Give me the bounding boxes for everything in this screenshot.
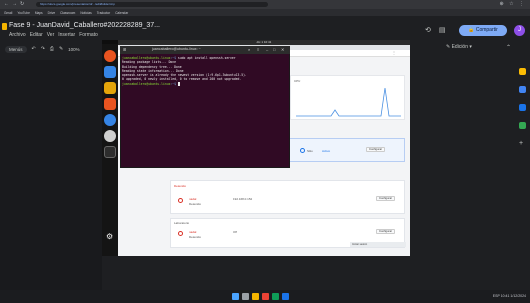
- reload-icon[interactable]: ↻: [20, 1, 24, 7]
- maps-icon[interactable]: [519, 122, 526, 129]
- header-actions: ⟲ ▤: [425, 26, 446, 34]
- menu-ver[interactable]: Ver: [47, 32, 55, 38]
- share-button[interactable]: 🔒 Compartir: [459, 25, 507, 36]
- address-bar[interactable]: https://docs.google.com/presentation/d/.…: [36, 2, 268, 7]
- configure-button[interactable]: Configurar: [376, 229, 396, 234]
- status-dot: [178, 198, 183, 203]
- configure-button[interactable]: Configurar: [376, 196, 396, 201]
- terminal-titlebar: [120, 46, 290, 54]
- menu-bar: Archivo Editar Ver Insertar Formato: [9, 32, 98, 38]
- undo-icon[interactable]: ↶: [32, 46, 36, 52]
- filmstrip-panel: [0, 60, 102, 290]
- show-apps-icon[interactable]: ⚙: [106, 232, 113, 241]
- search-taskbar-icon[interactable]: [242, 293, 249, 300]
- editing-mode-label: Edición: [451, 44, 468, 50]
- cursor: _: [177, 81, 180, 86]
- menu-archivo[interactable]: Archivo: [9, 32, 26, 38]
- configure-button[interactable]: Configurar: [366, 147, 386, 152]
- help-icon[interactable]: [104, 114, 116, 126]
- minimize-icon[interactable]: –: [266, 47, 268, 52]
- redo-icon[interactable]: ↷: [41, 46, 45, 52]
- add-addon-icon[interactable]: +: [519, 140, 523, 147]
- row-name[interactable]: nadal: [189, 230, 196, 234]
- close-icon[interactable]: ✕: [281, 47, 284, 52]
- bookmark[interactable]: Drive: [48, 11, 55, 15]
- keep-icon[interactable]: [519, 68, 526, 75]
- graph-line: [296, 87, 401, 117]
- prompt-user: juancaballero@ubuntu-linux: [122, 81, 171, 86]
- prompt-path: :~$: [170, 81, 178, 86]
- editing-mode-button[interactable]: ✎ Edición ▾: [446, 44, 472, 50]
- share-label: Compartir: [475, 27, 498, 33]
- new-tab-icon[interactable]: ⊞: [123, 47, 126, 52]
- system-tray[interactable]: ESP 10:41 1/12/2024: [493, 294, 526, 298]
- virtualbox-icon[interactable]: [272, 293, 279, 300]
- firefox-icon[interactable]: [104, 50, 116, 62]
- section-heading: Detenido: [174, 184, 187, 188]
- row-sub: Detenido: [189, 202, 202, 206]
- side-panel: [515, 60, 530, 290]
- row-name[interactable]: nadal: [189, 197, 196, 201]
- start-icon[interactable]: [232, 293, 239, 300]
- menu-icon[interactable]: ≡: [257, 47, 259, 52]
- row-status: Activo: [322, 149, 331, 153]
- chrome-icon[interactable]: [262, 293, 269, 300]
- terminal-line: juancaballero@ubuntu-linux:~$ _: [122, 81, 288, 86]
- paint-format-icon[interactable]: ✎: [59, 46, 63, 52]
- history-icon[interactable]: ⟲: [425, 26, 431, 34]
- browser-extensions-icons[interactable]: ⊕ ☆ ⋮: [500, 1, 526, 7]
- forward-icon[interactable]: →: [12, 1, 17, 7]
- bookmark[interactable]: Calendar: [115, 11, 128, 15]
- software-icon[interactable]: [104, 98, 116, 110]
- comments-icon[interactable]: ▤: [439, 26, 446, 34]
- status-dot: [178, 231, 183, 236]
- zoom-select[interactable]: 100%: [68, 47, 80, 52]
- files-icon[interactable]: [104, 82, 116, 94]
- terminal-icon[interactable]: [104, 146, 116, 158]
- row-ip: Off: [233, 230, 237, 234]
- menu-insertar[interactable]: Insertar: [58, 32, 75, 38]
- bookmark[interactable]: Traductor: [97, 11, 111, 15]
- search-icon[interactable]: ⌕: [248, 47, 250, 52]
- collapse-icon[interactable]: ⌃: [506, 44, 511, 51]
- back-icon[interactable]: ←: [4, 1, 9, 7]
- status-dot: [300, 148, 305, 153]
- bookmark[interactable]: YouTube: [17, 11, 30, 15]
- bookmarks-bar: Gmail YouTube Maps Drive Classroom Notic…: [0, 9, 530, 16]
- command: sudo apt install openssh-server: [177, 56, 236, 60]
- vm-footer: Iniciar sesión: [350, 242, 406, 247]
- print-icon[interactable]: ⎙: [50, 46, 54, 52]
- file-explorer-icon[interactable]: [252, 293, 259, 300]
- row-name: Sitio: [307, 149, 313, 153]
- maximize-icon[interactable]: □: [273, 47, 275, 52]
- menus-search-button[interactable]: Menús: [5, 45, 27, 53]
- avatar[interactable]: J: [514, 25, 525, 36]
- app-icon[interactable]: [282, 293, 289, 300]
- tasks-icon[interactable]: [519, 86, 526, 93]
- contacts-icon[interactable]: [519, 104, 526, 111]
- cpu-graph: [296, 87, 401, 117]
- menu-editar[interactable]: Editar: [30, 32, 43, 38]
- slides-logo-icon[interactable]: [2, 23, 7, 30]
- bookmark[interactable]: Maps: [35, 11, 43, 15]
- list-item: [170, 180, 405, 214]
- bookmark[interactable]: Gmail: [4, 11, 12, 15]
- bookmark[interactable]: Noticias: [80, 11, 91, 15]
- cpu-graph-panel: CPU: [290, 75, 405, 120]
- screen: ← → ↻ https://docs.google.com/presentati…: [0, 0, 530, 303]
- disc-icon[interactable]: [104, 130, 116, 142]
- document-title[interactable]: Fase 9 - JuanDavid_Caballero#202228289_3…: [9, 22, 160, 29]
- menu-formato[interactable]: Formato: [79, 32, 98, 38]
- row-ip: 192.168.0.152: [233, 197, 253, 201]
- thunderbird-icon[interactable]: [104, 66, 116, 78]
- section-heading: Laboratorio: [174, 221, 190, 225]
- row-sub: Detenido: [189, 235, 202, 239]
- vm-browser-menu-icon[interactable]: ⋮: [392, 50, 396, 55]
- terminal-output[interactable]: juancaballero@ubuntu-linux:~$ sudo apt i…: [122, 56, 288, 86]
- bookmark[interactable]: Classroom: [60, 11, 75, 15]
- terminal-title: juancaballero@ubuntu-linux: ~: [152, 47, 201, 51]
